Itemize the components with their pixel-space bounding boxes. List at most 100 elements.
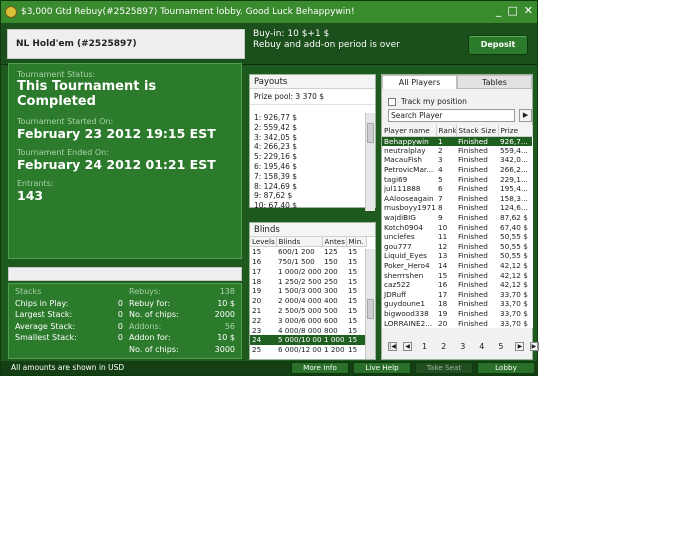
- players-header: Player name Rank Stack Size Prize: [382, 125, 533, 137]
- column-header[interactable]: Player name: [382, 125, 437, 137]
- column-header[interactable]: Stack Size: [456, 125, 499, 137]
- table-row[interactable]: Liquid_Eyes 13 Finished 50,55 $: [382, 251, 532, 261]
- table-row: 17 1 000/2 000 200 15: [252, 266, 358, 276]
- list-item: 3: 342,05 $: [254, 132, 298, 142]
- payouts-scrollbar[interactable]: [365, 113, 375, 211]
- next-page-icon[interactable]: ▶: [515, 342, 525, 351]
- last-page-icon[interactable]: ▶|: [530, 342, 540, 351]
- table-row[interactable]: musboyy1971 8 Finished 124,6...: [382, 203, 532, 213]
- checkbox-box[interactable]: [388, 97, 396, 106]
- stats-row: Largest Stack: 0: [15, 310, 123, 320]
- take-seat-button[interactable]: Take Seat: [415, 362, 473, 374]
- column-header[interactable]: Blinds: [276, 237, 323, 248]
- track-position-checkbox[interactable]: Track my position: [388, 97, 532, 106]
- table-row[interactable]: sherrrshen 15 Finished 42,12 $: [382, 270, 532, 280]
- maximize-icon[interactable]: □: [507, 4, 517, 17]
- tab-all-players[interactable]: All Players: [382, 75, 457, 89]
- table-row[interactable]: JDRuff 17 Finished 33,70 $: [382, 290, 532, 300]
- players-panel: All Players Tables Track my position Sea…: [381, 74, 540, 360]
- table-row[interactable]: Kotch0904 10 Finished 67,40 $: [382, 222, 532, 232]
- blinds-panel: Blinds Levels Blinds Antes Min. 15 600/1 …: [249, 222, 376, 360]
- table-row[interactable]: PetrovicMar... 4 Finished 266,2...: [382, 165, 532, 175]
- currency-note: All amounts are shown in USD: [11, 363, 125, 372]
- lobby-button[interactable]: Lobby: [477, 362, 535, 374]
- payouts-panel: Payouts Prize pool: 3 370 $ 1: 926,77 $ …: [249, 74, 376, 211]
- stats-row: Addon for: 10 $: [129, 333, 235, 343]
- rebuys-column: Rebuys: 138 Rebuy for: 10 $ No. of chips: 2…: [129, 286, 235, 356]
- table-row[interactable]: AAlooseagain 7 Finished 158,3...: [382, 194, 532, 204]
- table-row[interactable]: Poker_Hero4 14 Finished 42,12 $: [382, 261, 532, 271]
- player-search: Search Player ▶: [388, 109, 532, 122]
- search-go-icon[interactable]: ▶: [519, 109, 532, 122]
- close-icon[interactable]: ✕: [524, 4, 533, 17]
- tab-tables[interactable]: Tables: [457, 75, 532, 89]
- list-item: 2: 559,42 $: [254, 122, 298, 132]
- page-5[interactable]: 5: [498, 342, 503, 351]
- table-row[interactable]: wajdiBIG 9 Finished 87,62 $: [382, 213, 532, 223]
- list-item: 7: 158,39 $: [254, 171, 298, 181]
- page-3[interactable]: 3: [460, 342, 465, 351]
- table-row: 18 1 250/2 500 250 15: [252, 276, 358, 286]
- blinds-title: Blinds: [250, 223, 375, 237]
- blinds-scrollbar[interactable]: [365, 249, 375, 359]
- table-row: 23 4 000/8 000 800 15: [252, 325, 358, 335]
- column-header[interactable]: Levels: [250, 237, 277, 248]
- list-item: 4: 266,23 $: [254, 142, 298, 152]
- table-row: 16 750/1 500 150 15: [252, 256, 358, 266]
- search-input[interactable]: Search Player: [388, 109, 516, 122]
- tournament-status-panel: Tournament Status: This Tournament is Co…: [8, 63, 242, 259]
- table-row[interactable]: tagi69 5 Finished 229,1...: [382, 174, 532, 184]
- table-row[interactable]: neutralplay 2 Finished 559,4...: [382, 146, 532, 156]
- players-tabs: All Players Tables: [382, 75, 532, 89]
- window-controls: _ □ ✕: [496, 4, 533, 17]
- table-row: 25 6 000/12 000 1 200 15: [252, 345, 358, 355]
- minimize-icon[interactable]: _: [496, 4, 502, 17]
- stats-row: Average Stack: 0: [15, 321, 123, 331]
- list-item: 9: 87,62 $: [254, 191, 293, 201]
- table-row[interactable]: bigwood338 19 Finished 33,70 $: [382, 309, 532, 319]
- track-position-label: Track my position: [401, 97, 467, 106]
- title-bar: $3,000 Gtd Rebuy(#2525897) Tournament lo…: [1, 1, 537, 23]
- table-row: 19 1 500/3 000 300 15: [252, 286, 358, 296]
- column-header[interactable]: Rank: [436, 125, 457, 137]
- column-header[interactable]: Min.: [346, 237, 367, 248]
- page-4[interactable]: 4: [479, 342, 484, 351]
- stats-row: Stacks: [15, 287, 42, 296]
- status-label: Tournament Status:: [17, 70, 96, 79]
- prev-page-icon[interactable]: ◀: [403, 342, 412, 351]
- payouts-title: Payouts: [250, 75, 375, 89]
- table-row[interactable]: MacauFish 3 Finished 342,0...: [382, 155, 532, 165]
- scroll-thumb[interactable]: [367, 123, 374, 143]
- blinds-table: Levels Blinds Antes Min. 15 600/1 200 125 1…: [250, 237, 367, 355]
- ended-label: Tournament Ended On:: [17, 148, 109, 157]
- first-page-icon[interactable]: |◀: [388, 342, 397, 351]
- table-row-selected[interactable]: Behappywin 1 Finished 926,7...: [382, 136, 532, 146]
- page-2[interactable]: 2: [441, 342, 446, 351]
- game-tab[interactable]: NL Hold'em (#2525897): [7, 29, 245, 59]
- footer-bar: All amounts are shown in USD More Info L…: [1, 361, 537, 375]
- table-row[interactable]: LORRAINE2... 20 Finished 33,70 $: [382, 318, 532, 328]
- header-bar: NL Hold'em (#2525897) Buy-in: 10 $+1 $ R…: [1, 23, 537, 65]
- stacks-column: Stacks Chips in Play: 0 Largest Stack: 0 A…: [15, 286, 123, 344]
- column-header[interactable]: Antes: [322, 237, 347, 248]
- stats-row: Rebuy for: 10 $: [129, 298, 235, 308]
- table-row[interactable]: guydoune1 18 Finished 33,70 $: [382, 299, 532, 309]
- app-logo-icon: [5, 6, 17, 18]
- players-pager: |◀ ◀ 1 2 3 4 5 ▶ ▶|: [388, 342, 540, 351]
- scroll-thumb[interactable]: [367, 299, 374, 319]
- table-row[interactable]: jul111888 6 Finished 195,4...: [382, 184, 532, 194]
- table-row[interactable]: gou777 12 Finished 50,55 $: [382, 242, 532, 252]
- deposit-button[interactable]: Deposit: [468, 35, 528, 55]
- list-item: 1: 926,77 $: [254, 113, 298, 122]
- table-row[interactable]: unclefes 11 Finished 50,55 $: [382, 232, 532, 242]
- column-header[interactable]: Prize: [498, 125, 533, 137]
- list-item: 6: 195,46 $: [254, 161, 298, 171]
- live-help-button[interactable]: Live Help: [353, 362, 411, 374]
- table-row[interactable]: caz522 16 Finished 42,12 $: [382, 280, 532, 290]
- window-title: $3,000 Gtd Rebuy(#2525897) Tournament lo…: [21, 7, 355, 17]
- lobby-window: $3,000 Gtd Rebuy(#2525897) Tournament lo…: [0, 0, 540, 376]
- more-info-button[interactable]: More Info: [291, 362, 349, 374]
- divider-stripe: [8, 267, 242, 281]
- status-value: This Tournament is Completed: [17, 79, 157, 109]
- page-1[interactable]: 1: [422, 342, 427, 351]
